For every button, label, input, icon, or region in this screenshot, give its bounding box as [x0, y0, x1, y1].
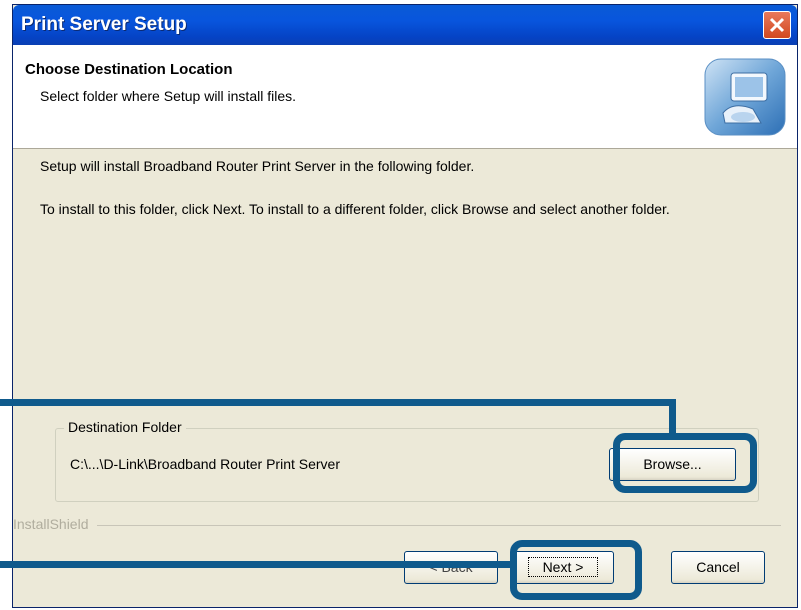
- install-info-text: Setup will install Broadband Router Prin…: [40, 158, 475, 174]
- close-button[interactable]: [763, 11, 791, 39]
- title-bar[interactable]: Print Server Setup: [13, 5, 797, 45]
- next-callout-box: [510, 540, 642, 600]
- installshield-separator: InstallShield: [13, 516, 793, 532]
- dialog-header: Choose Destination Location Select folde…: [13, 45, 797, 149]
- separator-line: [13, 525, 781, 526]
- close-icon: [769, 17, 785, 33]
- installshield-brand: InstallShield: [13, 516, 97, 532]
- browse-callout-box: [613, 433, 757, 493]
- header-title: Choose Destination Location: [25, 61, 233, 78]
- browse-callout-line-horizontal: [0, 399, 676, 406]
- header-subtitle: Select folder where Setup will install f…: [40, 88, 297, 104]
- window-title: Print Server Setup: [21, 14, 187, 35]
- cancel-button[interactable]: Cancel: [671, 551, 765, 584]
- setup-computer-icon: [704, 58, 786, 136]
- setup-dialog: Print Server Setup Choose Destination Lo…: [12, 4, 798, 608]
- next-callout-line: [0, 561, 516, 568]
- destination-path: C:\...\D-Link\Broadband Router Print Ser…: [70, 456, 341, 472]
- destination-folder-label: Destination Folder: [64, 419, 186, 435]
- install-instructions-text: To install to this folder, click Next. T…: [40, 201, 670, 217]
